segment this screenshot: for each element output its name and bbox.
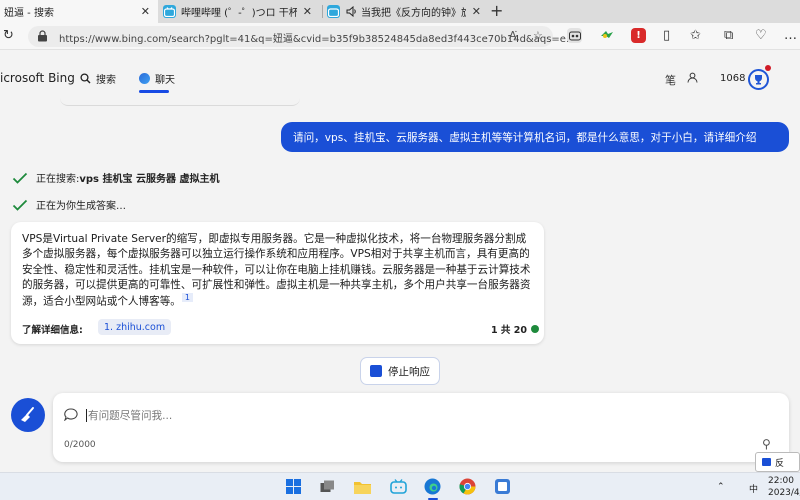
status-dot bbox=[530, 325, 539, 333]
answer-text-block: VPS是Virtual Private Server的缩写，即虚拟专用服务器。它… bbox=[22, 232, 534, 310]
previous-card-edge bbox=[60, 96, 300, 106]
tab-label: 当我把《反方向的钟》旋律... bbox=[361, 8, 466, 19]
feedback-icon bbox=[762, 458, 771, 466]
status-searching: 正在搜索: vps 挂机宝 云服务器 虚拟主机 bbox=[12, 170, 219, 185]
collections-icon[interactable]: ⧉ bbox=[724, 28, 733, 43]
bilibili-icon bbox=[163, 5, 176, 18]
tab-label: 妞逼 - 搜索 bbox=[4, 8, 54, 19]
feedback-button[interactable]: 反 bbox=[755, 452, 800, 472]
split-screen-icon[interactable]: ▯ bbox=[663, 28, 670, 43]
answer-card: VPS是Virtual Private Server的缩写，即虚拟专用服务器。它… bbox=[11, 222, 544, 344]
status-generating: 正在为你生成答案… bbox=[12, 197, 126, 212]
file-explorer-icon[interactable] bbox=[354, 478, 371, 495]
turn-counter: 1 共 20 bbox=[491, 322, 539, 336]
add-favorite-icon[interactable]: ☆ bbox=[533, 29, 543, 42]
notebook-button[interactable]: 笔 bbox=[665, 72, 676, 88]
source-link[interactable]: 1. zhihu.com bbox=[98, 319, 172, 335]
speaker-icon[interactable] bbox=[345, 5, 358, 18]
user-icon[interactable] bbox=[687, 72, 698, 86]
address-bar[interactable]: https://www.bing.com/search?pglt=41&q=妞逼… bbox=[28, 26, 575, 47]
status-generating-text: 正在为你生成答案… bbox=[36, 201, 126, 212]
checkmark-icon bbox=[12, 199, 28, 211]
clock-date: 2023/4/ bbox=[768, 488, 800, 498]
checkmark-icon bbox=[12, 172, 28, 184]
task-view-icon[interactable] bbox=[319, 478, 336, 495]
close-icon[interactable]: ✕ bbox=[303, 5, 312, 18]
stop-button-label: 停止响应 bbox=[388, 365, 430, 378]
tab-video[interactable]: 当我把《反方向的钟》旋律... ✕ bbox=[327, 0, 487, 23]
tab-bing-search[interactable]: 妞逼 - 搜索 ✕ bbox=[0, 0, 158, 23]
url-text: https://www.bing.com/search?pglt=41&q=妞逼… bbox=[59, 34, 576, 45]
citation-marker[interactable]: 1 bbox=[181, 293, 193, 303]
chat-input-placeholder[interactable]: 有问题尽管问我... bbox=[88, 408, 172, 423]
system-clock[interactable]: 22:00 2023/4/ bbox=[768, 475, 800, 499]
broom-icon bbox=[21, 407, 34, 422]
favorites-icon[interactable]: ✩ bbox=[690, 28, 701, 43]
tab-bilibili[interactable]: 哔哩哔哩 (゜-゜)つロ 干杯~-bilibili ✕ bbox=[163, 0, 318, 23]
tab-chat-label: 聊天 bbox=[155, 75, 175, 86]
tab-chat[interactable]: 聊天 bbox=[139, 71, 175, 86]
extension-icon[interactable] bbox=[599, 28, 614, 43]
search-icon bbox=[80, 73, 91, 84]
rewards-icon[interactable] bbox=[748, 69, 769, 90]
tray-chevron-icon[interactable]: ⌃ bbox=[717, 482, 725, 492]
chrome-icon[interactable] bbox=[459, 478, 476, 495]
answer-text: VPS是Virtual Private Server的缩写，即虚拟专用服务器。它… bbox=[22, 233, 531, 308]
lock-icon bbox=[38, 30, 47, 42]
chat-bubble-icon bbox=[64, 408, 78, 421]
close-icon[interactable]: ✕ bbox=[472, 5, 481, 18]
navigation-bar: ↻ https://www.bing.com/search?pglt=41&q=… bbox=[0, 23, 800, 50]
health-icon[interactable]: ♡ bbox=[755, 28, 767, 43]
status-search-prefix: 正在搜索: bbox=[36, 174, 80, 185]
start-icon[interactable] bbox=[285, 478, 302, 495]
taskbar: ⌃ 中 22:00 2023/4/ bbox=[0, 472, 800, 500]
tab-divider bbox=[322, 5, 323, 18]
more-icon[interactable]: … bbox=[784, 28, 797, 43]
bilibili-icon bbox=[327, 5, 340, 18]
chat-input-box[interactable]: 有问题尽管问我... 0/2000 ⚲ bbox=[53, 393, 789, 462]
notification-dot bbox=[765, 65, 771, 71]
char-count: 0/2000 bbox=[64, 440, 96, 450]
tab-search-label: 搜索 bbox=[96, 75, 116, 86]
tab-label: 哔哩哔哩 (゜-゜)つロ 干杯~-bilibili bbox=[181, 8, 297, 19]
close-icon[interactable]: ✕ bbox=[141, 5, 150, 18]
text-caret bbox=[86, 409, 87, 422]
clock-time: 22:00 bbox=[768, 476, 794, 486]
new-topic-button[interactable] bbox=[11, 398, 45, 432]
bing-logo[interactable]: icrosoft Bing bbox=[0, 71, 75, 85]
stop-responding-button[interactable]: 停止响应 bbox=[360, 357, 440, 385]
rewards-points[interactable]: 1068 bbox=[720, 73, 745, 84]
edge-icon[interactable] bbox=[424, 478, 441, 495]
active-tab-indicator bbox=[139, 90, 169, 93]
app-icon[interactable] bbox=[494, 478, 511, 495]
feedback-label: 反 bbox=[775, 458, 785, 469]
new-tab-button[interactable]: + bbox=[490, 1, 503, 20]
read-aloud-icon[interactable]: A͘ bbox=[509, 29, 517, 42]
extension-icon[interactable]: ! bbox=[631, 28, 646, 43]
tab-strip: 妞逼 - 搜索 ✕ 哔哩哔哩 (゜-゜)つロ 干杯~-bilibili ✕ 当我… bbox=[0, 0, 800, 23]
tab-search[interactable]: 搜索 bbox=[80, 71, 116, 86]
ime-indicator[interactable]: 中 bbox=[749, 482, 758, 495]
learn-more-label: 了解详细信息: bbox=[22, 325, 83, 336]
refresh-icon[interactable]: ↻ bbox=[3, 28, 14, 43]
pin-icon[interactable]: ⚲ bbox=[762, 437, 771, 451]
stop-icon bbox=[370, 365, 382, 377]
extension-icon[interactable] bbox=[567, 28, 582, 43]
chat-icon bbox=[139, 73, 150, 84]
status-search-query: vps 挂机宝 云服务器 虚拟主机 bbox=[79, 174, 220, 185]
turn-counter-text: 1 共 20 bbox=[491, 325, 527, 336]
user-message: 请问，vps、挂机宝、云服务器、虚拟主机等等计算机名词，都是什么意思，对于小白，… bbox=[281, 122, 789, 152]
bilibili-icon[interactable] bbox=[390, 478, 407, 495]
